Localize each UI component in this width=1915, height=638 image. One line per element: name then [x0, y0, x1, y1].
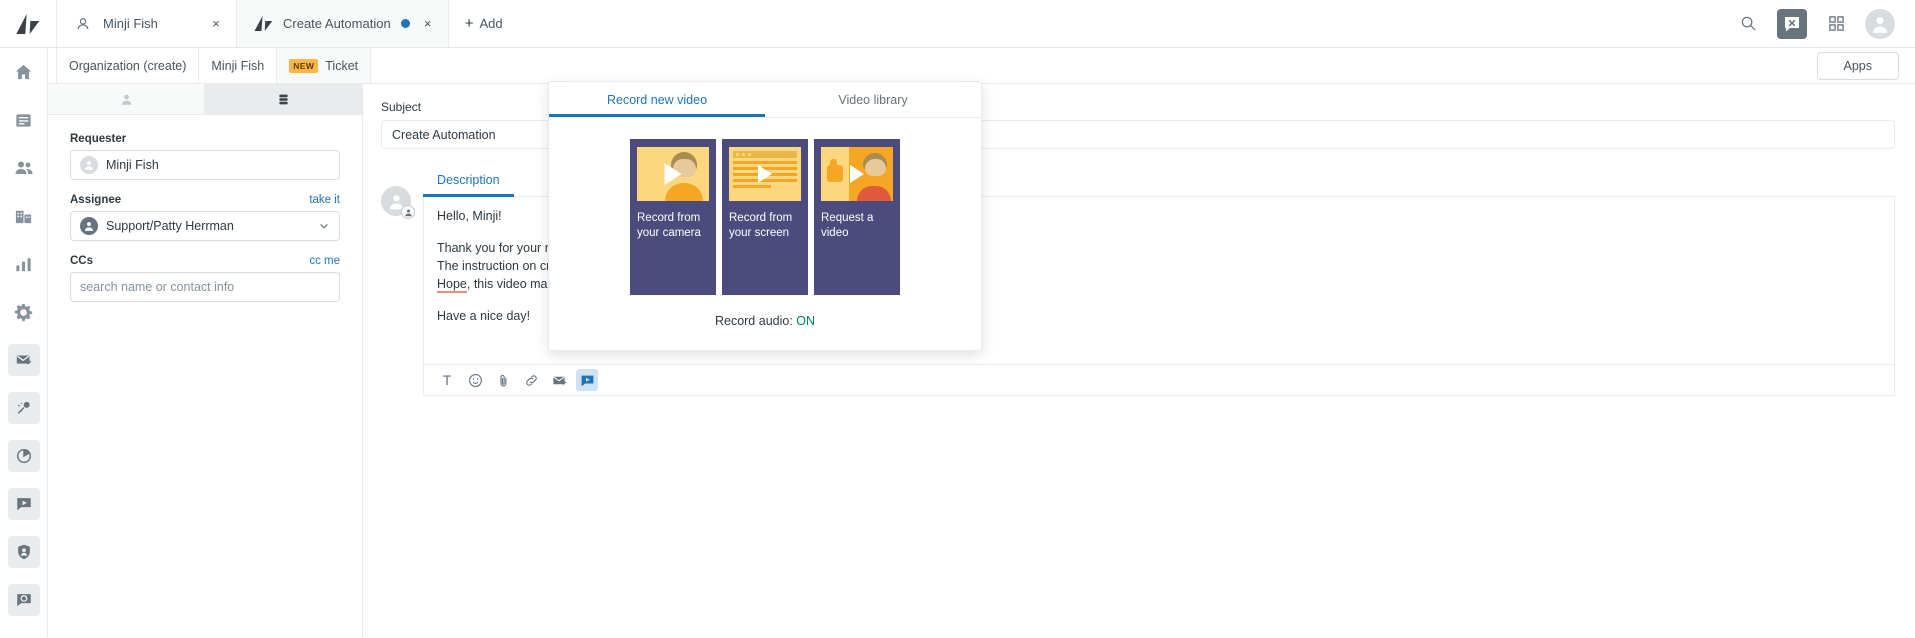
tab-user-properties[interactable] — [48, 84, 205, 114]
requester-label: Requester — [70, 133, 127, 145]
ccs-input[interactable]: search name or contact info — [70, 272, 340, 302]
cc-me-link[interactable]: cc me — [309, 255, 340, 267]
misspelled-word: Hope — [437, 277, 467, 293]
card-record-from-camera[interactable]: Record from your camera — [630, 139, 716, 295]
requester-field: Requester Minji Fish — [70, 133, 340, 180]
sidebar-item-magic-wand[interactable] — [7, 392, 40, 424]
requester-input[interactable]: Minji Fish — [70, 150, 340, 180]
editor-toolbar: T — [423, 365, 1895, 396]
attachment-icon[interactable] — [492, 369, 514, 391]
sidebar-item-chat-refresh[interactable] — [7, 584, 40, 616]
tab-video-library[interactable]: Video library — [765, 82, 981, 117]
avatar — [80, 217, 98, 235]
card-title: Request a video — [821, 212, 874, 239]
tab-record-new-video[interactable]: Record new video — [549, 82, 765, 117]
screen-thumb-icon — [729, 147, 801, 201]
chevron-down-icon — [318, 220, 330, 232]
app-logo[interactable] — [0, 0, 57, 47]
zendesk-logo-icon — [16, 13, 40, 34]
breadcrumb-label: Organization (create) — [69, 58, 187, 73]
requester-value: Minji Fish — [106, 158, 159, 172]
status-badge: NEW — [289, 58, 319, 73]
avatar — [381, 186, 415, 219]
requester-badge-icon — [401, 205, 415, 219]
sidebar-item-pie-chart[interactable] — [7, 440, 40, 472]
unsaved-indicator-dot — [400, 19, 410, 28]
user-icon — [73, 17, 93, 31]
assignee-label: Assignee — [70, 194, 122, 206]
video-recorder-popup: Record new video Video library Record fr… — [548, 81, 982, 351]
card-record-from-screen[interactable]: Record from your screen — [722, 139, 808, 295]
user-avatar-icon[interactable] — [1865, 8, 1895, 39]
tab-minji-fish[interactable]: Minji Fish × — [57, 0, 237, 47]
breadcrumb-label: Ticket — [325, 58, 359, 73]
plus-icon: + — [464, 15, 474, 32]
main-column: Organization (create) Minji Fish NEW Tic… — [48, 48, 1915, 638]
card-title: Record from your screen — [729, 212, 793, 239]
close-icon[interactable]: × — [420, 16, 436, 32]
email-icon[interactable] — [548, 369, 570, 391]
ccs-field: CCs cc me search name or contact info — [70, 255, 340, 302]
top-tab-bar: Minji Fish × Create Automation × + Add — [0, 0, 1915, 48]
record-audio-label: Record audio: — [714, 314, 793, 328]
breadcrumb-item-organization[interactable]: Organization (create) — [56, 48, 200, 83]
chat-x-icon[interactable] — [1777, 8, 1807, 39]
text-format-icon[interactable]: T — [436, 369, 458, 391]
breadcrumb: Organization (create) Minji Fish NEW Tic… — [48, 48, 1915, 84]
apps-grid-icon[interactable] — [1821, 9, 1851, 39]
emoji-icon[interactable] — [464, 369, 486, 391]
ticket-fields: Requester Minji Fish Assignee take it Su… — [48, 115, 362, 334]
app-frame: Organization (create) Minji Fish NEW Tic… — [0, 48, 1915, 638]
breadcrumb-item-ticket[interactable]: NEW Ticket — [276, 48, 372, 83]
ticket-main-form: Subject Create Automation Description He… — [363, 81, 1915, 638]
breadcrumb-item-minji-fish[interactable]: Minji Fish — [198, 48, 278, 83]
left-nav-rail — [0, 48, 48, 638]
camera-thumb-icon — [637, 147, 709, 201]
tab-label: Minji Fish — [103, 16, 158, 31]
sidebar-item-video-play[interactable] — [7, 488, 40, 520]
assignee-value: Support/Patty Herrman — [106, 219, 234, 233]
card-request-a-video[interactable]: Request a video — [814, 139, 900, 295]
tab-create-automation[interactable]: Create Automation × — [237, 0, 449, 47]
ticket-stack-icon — [277, 93, 290, 106]
top-right-actions — [1733, 0, 1915, 47]
search-icon[interactable] — [1733, 9, 1763, 39]
request-thumb-icon — [821, 147, 893, 201]
add-tab-label: Add — [479, 16, 503, 31]
assignee-select[interactable]: Support/Patty Herrman — [70, 211, 340, 241]
user-icon — [120, 93, 133, 106]
tab-description[interactable]: Description — [423, 167, 514, 197]
link-icon[interactable] — [520, 369, 542, 391]
record-audio-toggle[interactable]: ON — [796, 314, 815, 328]
ccs-label: CCs — [70, 255, 94, 267]
avatar — [80, 156, 98, 174]
video-icon[interactable] — [576, 369, 598, 391]
tab-label: Create Automation — [283, 16, 391, 31]
assignee-field: Assignee take it Support/Patty Herrman — [70, 194, 340, 241]
sidebar-item-mail-check[interactable] — [7, 344, 40, 376]
record-audio-status: Record audio: ON — [549, 295, 981, 350]
tab-ticket-properties[interactable] — [205, 84, 362, 114]
sidebar-item-admin[interactable] — [8, 296, 40, 328]
sidebar-item-views[interactable] — [8, 104, 40, 136]
sidebar-item-shield-user[interactable] — [7, 536, 40, 568]
sidebar-item-customers[interactable] — [8, 152, 40, 184]
breadcrumb-label: Minji Fish — [211, 58, 265, 73]
ticket-properties-pane: Requester Minji Fish Assignee take it Su… — [48, 84, 363, 638]
card-title: Record from your camera — [637, 212, 701, 239]
take-it-link[interactable]: take it — [309, 194, 340, 206]
sidebar-item-reporting[interactable] — [8, 248, 40, 280]
sidebar-item-home[interactable] — [8, 56, 40, 88]
sidebar-item-organizations[interactable] — [8, 200, 40, 232]
add-tab-button[interactable]: + Add — [449, 0, 519, 47]
close-icon[interactable]: × — [208, 16, 224, 32]
apps-button[interactable]: Apps — [1816, 52, 1899, 80]
pane-tab-strip — [48, 84, 362, 115]
popup-card-list: Record from your camera Record from your — [549, 118, 981, 295]
popup-tab-strip: Record new video Video library — [549, 82, 981, 118]
zendesk-logo-icon — [253, 16, 273, 31]
ticket-workspace: Requester Minji Fish Assignee take it Su… — [48, 81, 1915, 638]
